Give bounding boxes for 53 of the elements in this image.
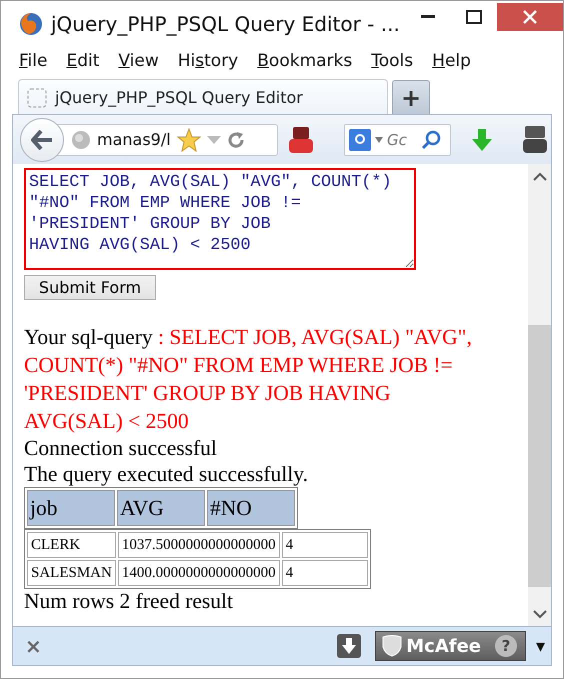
close-icon [523,10,537,24]
download-icon[interactable] [337,634,362,658]
submit-button[interactable]: Submit Form [24,275,156,300]
back-button[interactable] [20,118,64,162]
search-icon[interactable] [421,130,441,150]
column-header: AVG [117,490,205,526]
menu-item[interactable]: Edit [66,51,100,71]
table-cell: SALESMAN [27,560,116,586]
result-summary: Num rows 2 freed result [24,589,234,613]
browser-tab[interactable]: jQuery_PHP_PSQL Query Editor [18,79,388,115]
column-header: job [27,490,115,526]
search-box[interactable]: Gc [344,124,451,156]
shield-icon [382,635,402,657]
search-field[interactable]: Gc [387,130,417,148]
page-icon [27,88,47,108]
scroll-up-icon[interactable] [532,172,546,180]
browser-logo-icon [19,12,43,36]
column-header: #NO [207,490,295,526]
menu-item[interactable]: Bookmarks [257,51,352,71]
minimize-icon [421,15,435,18]
security-button[interactable]: McAfee ? [375,631,526,661]
query-echo-text: Your sql-query : SELECT JOB, AVG(SAL) "AVG", COUNT(*) "#NO" FROM EMP WHERE JOB != 'PRESIDENT' GROUP BY JOB HAVING AVG(SAL) < 2500 [24,324,473,435]
status-message: Connection successful [24,435,218,461]
table-cell: CLERK [27,532,116,558]
new-tab-button[interactable]: + [392,80,430,114]
table-cell: 1037.5000000000000000 [118,532,280,558]
menu-item[interactable]: View [118,51,159,71]
globe-icon [71,130,91,150]
url-field[interactable]: manas9/l [56,124,278,156]
scroll-down-icon[interactable] [532,610,546,618]
search-engine-icon [349,128,371,150]
menu-item[interactable]: File [19,51,48,71]
scrollbar[interactable] [528,164,551,626]
close-button[interactable] [497,2,563,30]
reload-icon[interactable] [226,130,245,148]
url-text: manas9/l [97,130,171,149]
menu-item[interactable]: History [178,51,238,71]
tab-title: jQuery_PHP_PSQL Query Editor [55,88,303,107]
dropdown-icon[interactable] [375,136,383,142]
scroll-thumb[interactable] [528,325,551,587]
table-cell: 1400.0000000000000000 [118,560,280,586]
query-field[interactable]: SELECT JOB, AVG(SAL) "AVG", COUNT(*) "#NO" FROM EMP WHERE JOB != 'PRESIDENT' GROUP BY JOB HAVING AVG(SAL) < 2500 [24,168,416,270]
back-arrow-icon [31,130,53,150]
star-icon[interactable] [176,128,201,152]
table-cell: 4 [282,560,368,586]
close-button[interactable]: × [25,634,42,658]
maximize-icon [466,10,482,24]
table-cell: 4 [282,532,368,558]
dropdown-button[interactable]: ▾ [536,635,545,657]
menu-item[interactable]: Help [432,51,471,71]
status-message: The query executed successfully. [24,461,309,487]
window-title: jQuery_PHP_PSQL Query Editor - ... [51,12,401,36]
menu-item[interactable]: Tools [371,51,414,71]
